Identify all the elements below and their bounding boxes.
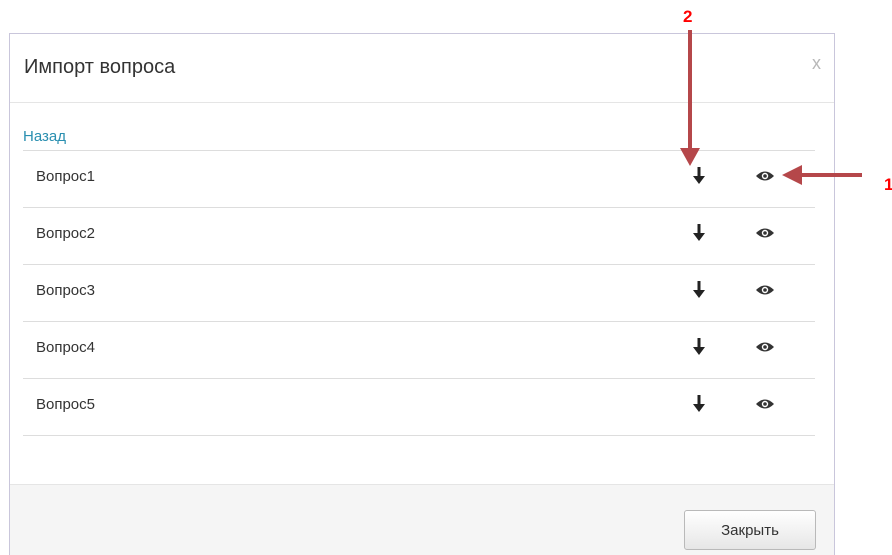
annotation-arrows (680, 30, 862, 185)
annotation-arrow-2 (680, 30, 700, 166)
annotation-arrow-1 (782, 165, 862, 185)
